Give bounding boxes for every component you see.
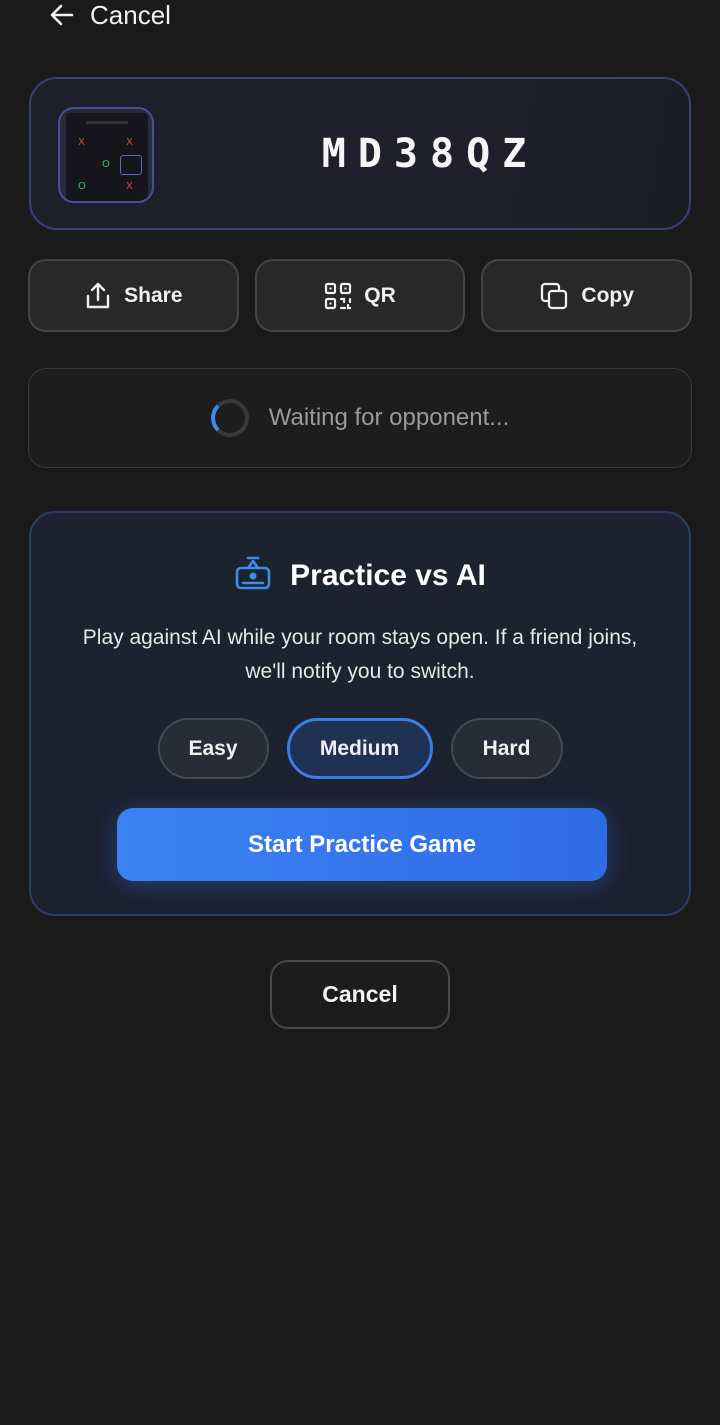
copy-button[interactable]: Copy	[481, 259, 693, 332]
loading-spinner-icon	[210, 399, 249, 437]
practice-header: Practice vs AI	[31, 555, 689, 596]
cancel-button[interactable]: Cancel	[270, 960, 450, 1029]
share-button[interactable]: Share	[28, 259, 239, 332]
arrow-left-icon[interactable]	[48, 1, 76, 29]
practice-description: Play against AI while your room stays op…	[82, 626, 638, 683]
share-label: Share	[124, 283, 183, 307]
copy-icon	[539, 281, 569, 311]
copy-label: Copy	[581, 283, 634, 307]
room-actions: Share QR Copy	[28, 259, 693, 332]
thumb-mark: X	[126, 181, 133, 192]
qr-button[interactable]: QR	[254, 259, 466, 332]
waiting-text: Waiting for opponent...	[268, 404, 510, 431]
waiting-status: Waiting for opponent...	[28, 368, 692, 468]
start-practice-button[interactable]: Start Practice Game	[117, 808, 607, 881]
top-bar[interactable]: Cancel	[48, 0, 171, 30]
qr-label: QR	[364, 283, 396, 307]
difficulty-medium-button[interactable]: Medium	[286, 718, 433, 779]
thumb-mark: X	[126, 137, 133, 148]
room-code-card: X X O O X MD38QZ	[29, 77, 691, 230]
share-icon	[84, 281, 112, 311]
thumb-mark: X	[78, 137, 85, 148]
difficulty-easy-button[interactable]: Easy	[157, 718, 269, 779]
difficulty-selector: Easy Medium Hard	[31, 718, 689, 779]
game-thumbnail: X X O O X	[58, 107, 154, 203]
thumb-mark: O	[78, 181, 86, 192]
back-cancel-label[interactable]: Cancel	[90, 0, 171, 31]
thumb-mark: O	[102, 159, 110, 170]
difficulty-hard-button[interactable]: Hard	[450, 718, 563, 779]
qr-code-icon	[324, 282, 352, 310]
room-code: MD38QZ	[321, 131, 539, 177]
robot-icon	[234, 555, 272, 596]
practice-title: Practice vs AI	[290, 558, 486, 592]
practice-card: Practice vs AI Play against AI while you…	[29, 511, 691, 916]
